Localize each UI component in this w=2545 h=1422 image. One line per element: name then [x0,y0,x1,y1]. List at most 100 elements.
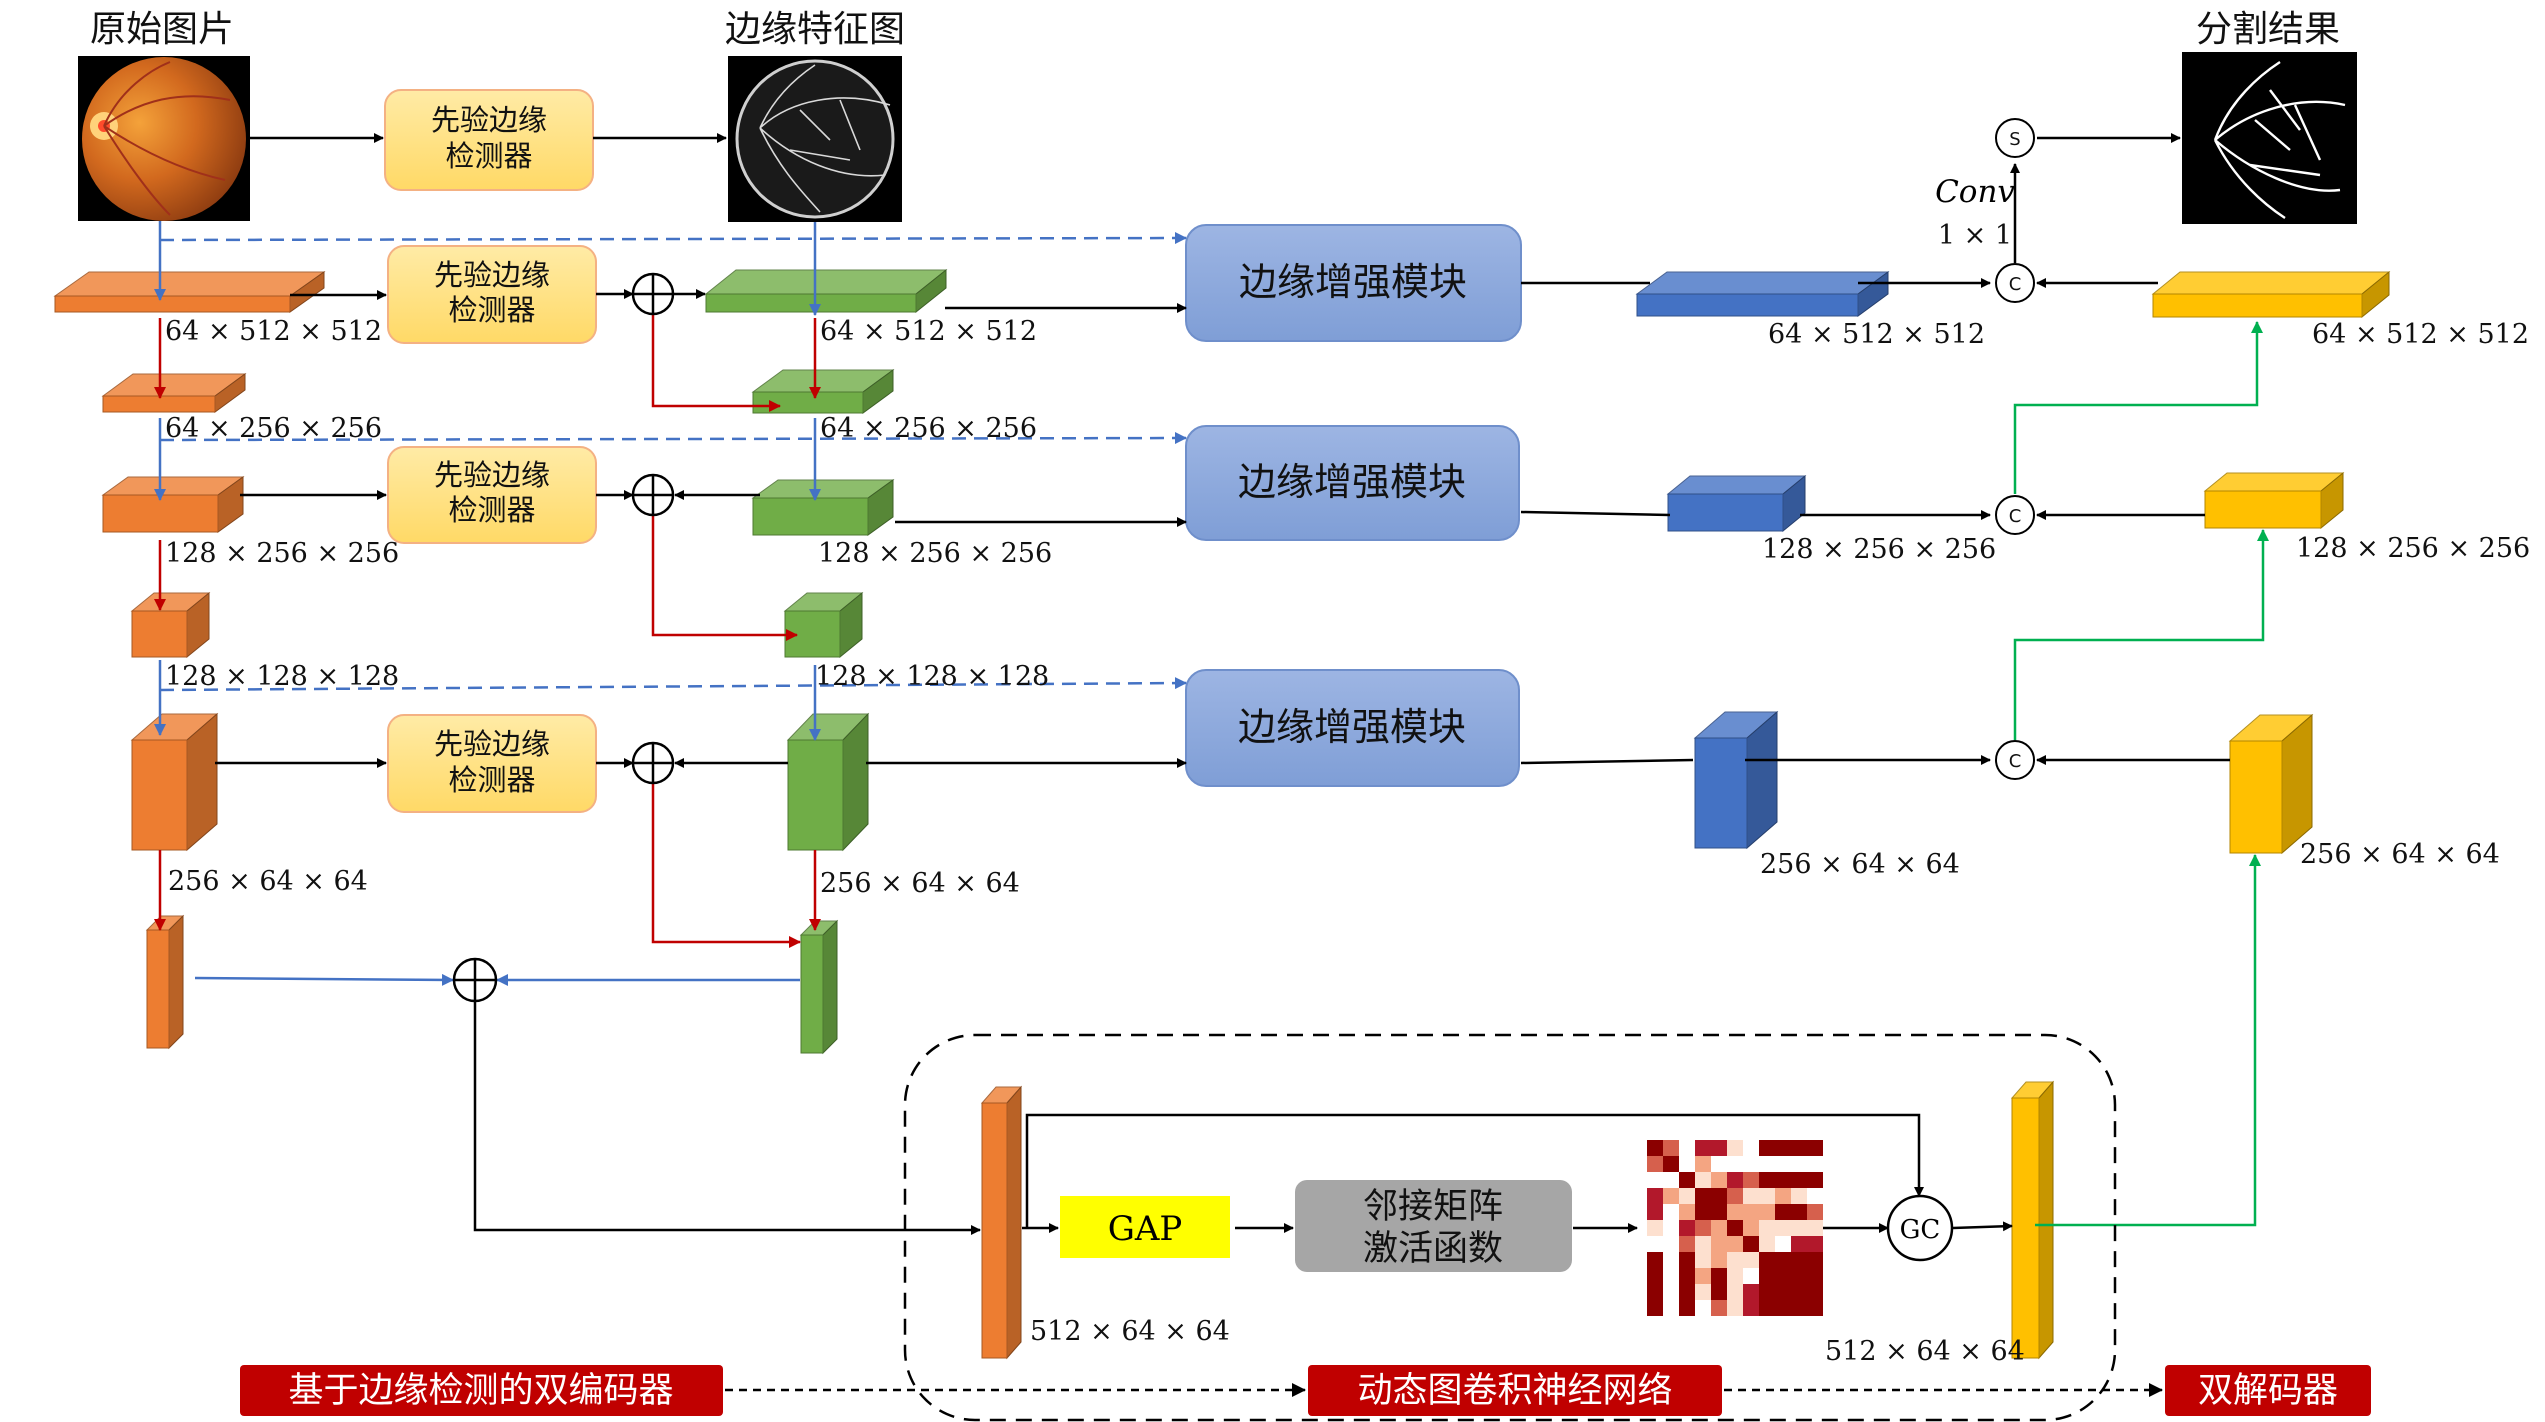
heatmap-cell [1663,1188,1679,1204]
heatmap-cell [1695,1236,1711,1252]
heatmap-cell [1647,1284,1663,1300]
edge-enhance-module-3: 边缘增强模块 [1185,669,1520,787]
encoder-tag: 基于边缘检测的双编码器 [240,1365,723,1416]
heatmap-cell [1663,1252,1679,1268]
gcn-output-block [2010,1080,2055,1360]
heatmap-cell [1775,1252,1791,1268]
heatmap-cell [1791,1252,1807,1268]
heatmap-cell [1775,1172,1791,1188]
heatmap-cell [1663,1140,1679,1156]
heatmap-cell [1679,1172,1695,1188]
dim-label: 64 × 256 × 256 [165,413,382,444]
heatmap-cell [1679,1236,1695,1252]
gc-node: GC [1886,1194,1954,1262]
concat-symbol: C [2009,751,2022,772]
prior-detector-label: 检测器 [448,293,535,327]
architecture-diagram: 原始图片 边缘特征图 分割结果 先验边缘 检测器 先验边缘 检测器 先验边缘 检… [53,9,2530,1422]
heatmap-cell [1759,1268,1775,1284]
concat-symbol: C [2009,506,2022,527]
heatmap-cell [1791,1300,1807,1316]
prior-edge-detector-3: 先验边缘 检测器 [387,714,597,813]
enhanced-block-256x64 [1693,710,1779,850]
dim-label: 256 × 64 × 64 [1760,849,1960,880]
heatmap-cell [1759,1236,1775,1252]
heatmap-cell [1775,1204,1791,1220]
heatmap-cell [1647,1252,1663,1268]
heatmap-cell [1727,1236,1743,1252]
prior-detector-label: 先验边缘 [434,258,550,292]
heatmap-cell [1727,1172,1743,1188]
plus-icon [631,473,675,517]
heatmap-cell [1711,1188,1727,1204]
heatmap-cell [1759,1140,1775,1156]
heatmap-cell [1807,1236,1823,1252]
decoder-block-128x256 [2203,471,2345,530]
decoder-tag: 双解码器 [2165,1365,2371,1416]
heatmap-cell [1807,1252,1823,1268]
gap-label: GAP [1108,1209,1183,1249]
heatmap-cell [1663,1156,1679,1172]
heatmap-cell [1743,1172,1759,1188]
encoder-block-128x128 [130,591,211,659]
heatmap-cell [1663,1220,1679,1236]
heatmap-cell [1759,1284,1775,1300]
heatmap-cell [1695,1188,1711,1204]
heatmap-cell [1727,1140,1743,1156]
dim-label: 128 × 128 × 128 [165,661,399,692]
heatmap-cell [1791,1268,1807,1284]
edge-feature-image [728,56,902,222]
sigmoid-symbol: S [2009,129,2020,150]
concat-node: C [1995,495,2035,535]
heatmap-cell [1711,1220,1727,1236]
heatmap-cell [1727,1268,1743,1284]
heatmap-cell [1679,1204,1695,1220]
original-image-title: 原始图片 [90,9,234,50]
heatmap-cell [1647,1140,1663,1156]
heatmap-cell [1695,1284,1711,1300]
heatmap-cell [1759,1188,1775,1204]
heatmap-cell [1711,1156,1727,1172]
heatmap-cell [1743,1204,1759,1220]
dim-label: 256 × 64 × 64 [2300,839,2500,870]
edge-enhance-module-1: 边缘增强模块 [1185,224,1522,342]
prior-detector-label: 检测器 [448,763,535,797]
gcn-input-block [980,1085,1023,1360]
heatmap-cell [1743,1252,1759,1268]
gcn-tag-label: 动态图卷积神经网络 [1357,1371,1672,1411]
conv-label: Conv [1935,174,2015,210]
dim-label: 256 × 64 × 64 [820,868,1020,899]
heatmap-cell [1679,1268,1695,1284]
heatmap-cell [1743,1220,1759,1236]
prior-edge-detector-top: 先验边缘 检测器 [384,89,594,191]
conv-size: 1 × 1 [1938,220,2012,251]
heatmap-cell [1695,1172,1711,1188]
edge-enhance-label: 边缘增强模块 [1238,460,1466,504]
prior-edge-detector-1: 先验边缘 检测器 [387,245,597,344]
heatmap-cell [1679,1284,1695,1300]
heatmap-cell [1807,1204,1823,1220]
heatmap-cell [1775,1140,1791,1156]
dim-label: 512 × 64 × 64 [1030,1316,1230,1347]
sigmoid-node: S [1995,118,2035,158]
heatmap-cell [1743,1268,1759,1284]
heatmap-cell [1727,1300,1743,1316]
heatmap-cell [1647,1236,1663,1252]
heatmap-cell [1807,1188,1823,1204]
dim-label: 128 × 128 × 128 [815,661,1049,692]
prior-detector-label: 检测器 [445,139,532,173]
dim-label: 512 × 64 × 64 [1825,1336,2025,1367]
heatmap-cell [1807,1156,1823,1172]
heatmap-cell [1759,1252,1775,1268]
heatmap-cell [1727,1252,1743,1268]
prior-detector-label: 先验边缘 [434,458,550,492]
heatmap-cell [1647,1172,1663,1188]
gap-node: GAP [1060,1196,1230,1258]
heatmap-cell [1775,1188,1791,1204]
edge-block-256x64 [786,712,870,852]
heatmap-cell [1647,1188,1663,1204]
prior-detector-label: 先验边缘 [434,727,550,761]
encoder-block-bottom [145,914,185,1050]
heatmap-cell [1647,1268,1663,1284]
heatmap-cell [1663,1300,1679,1316]
dim-label: 64 × 512 × 512 [1768,319,1985,350]
